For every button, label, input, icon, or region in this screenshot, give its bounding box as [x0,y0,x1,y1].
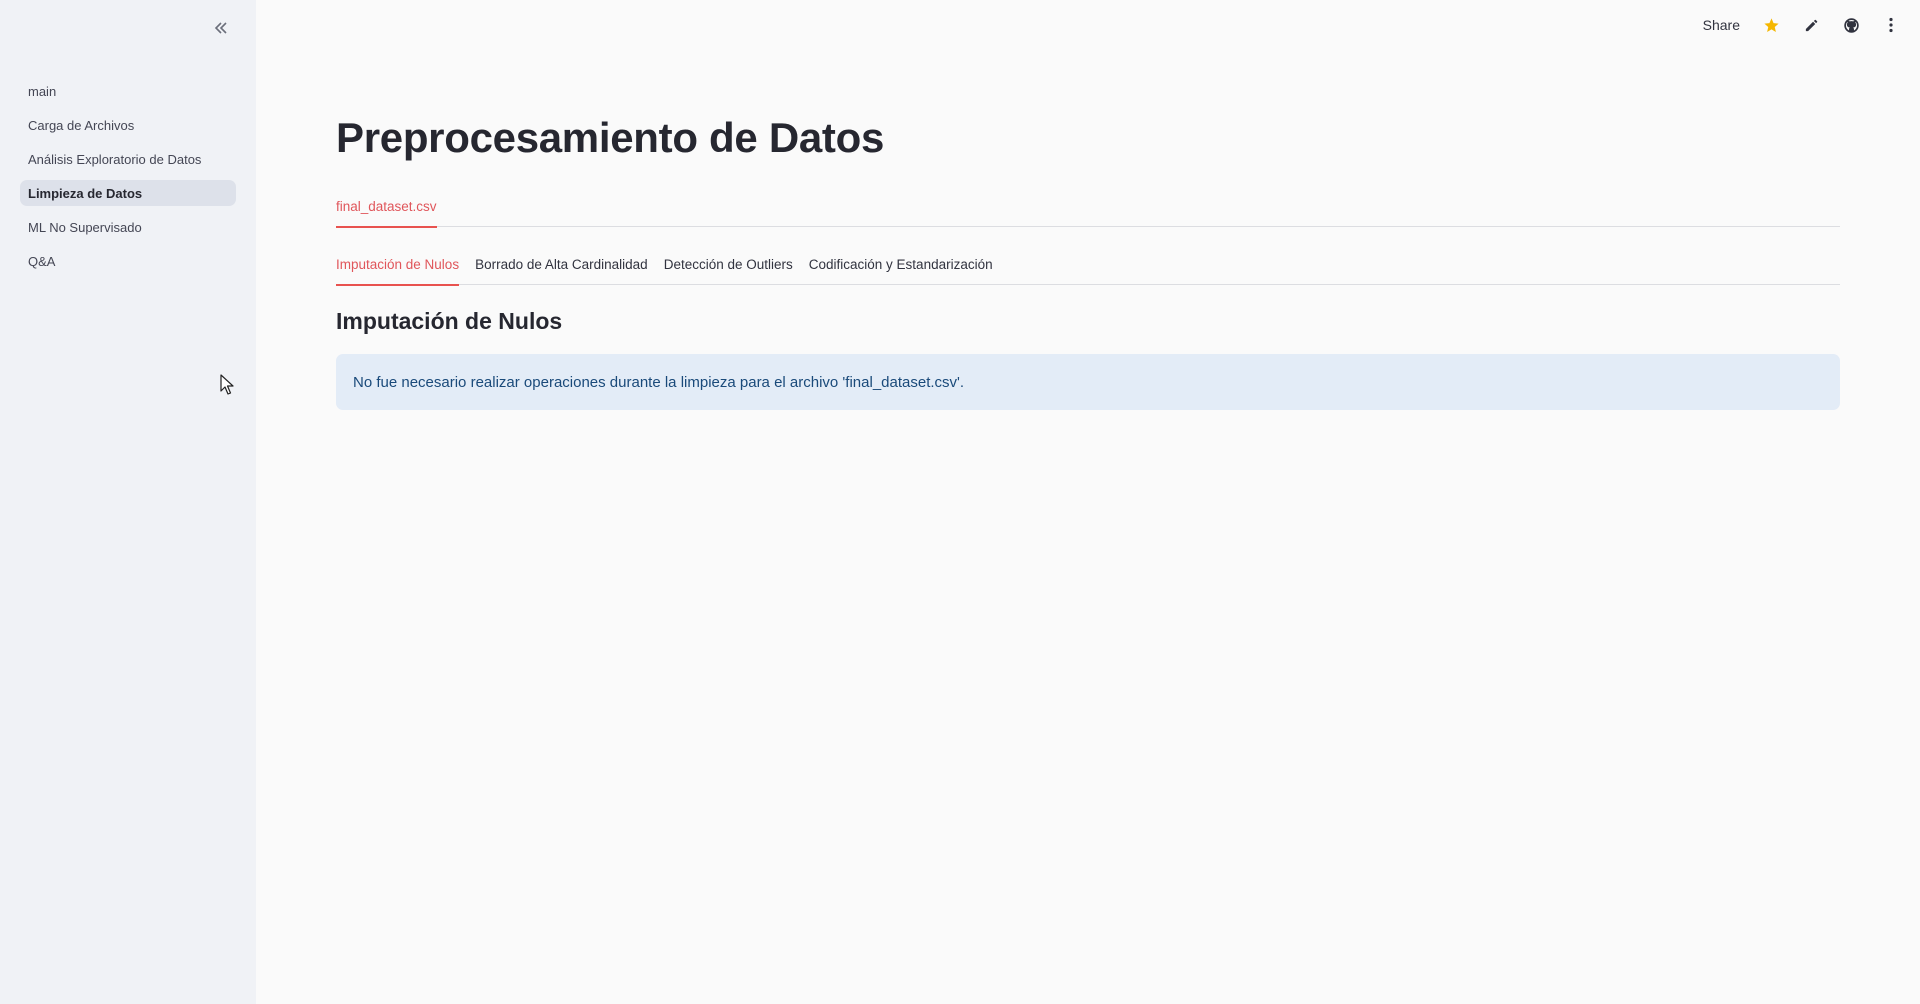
double-chevron-left-icon [213,21,229,40]
tab-codificacion-estandarizacion[interactable]: Codificación y Estandarización [809,257,993,284]
sidebar-item-main[interactable]: main [20,78,236,104]
header-toolbar: Share [1703,16,1900,34]
tab-deteccion-de-outliers[interactable]: Detección de Outliers [664,257,793,284]
star-icon[interactable] [1762,16,1780,34]
sidebar-item-qa[interactable]: Q&A [20,248,236,274]
sidebar: main Carga de Archivos Análisis Explorat… [0,0,256,1004]
pencil-icon[interactable] [1802,16,1820,34]
tab-borrado-alta-cardinalidad[interactable]: Borrado de Alta Cardinalidad [475,257,648,284]
section-heading: Imputación de Nulos [336,308,563,334]
share-button[interactable]: Share [1703,17,1740,33]
collapse-sidebar-button[interactable] [208,18,234,42]
sidebar-item-limpieza-de-datos[interactable]: Limpieza de Datos [20,180,236,206]
app-window: main Carga de Archivos Análisis Explorat… [0,0,1920,1004]
sidebar-nav: main Carga de Archivos Análisis Explorat… [20,78,236,282]
info-alert-message: No fue necesario realizar operaciones du… [353,373,965,391]
tab-final-dataset[interactable]: final_dataset.csv [336,199,437,228]
info-alert: No fue necesario realizar operaciones du… [336,354,1840,410]
sidebar-item-ml-no-supervisado[interactable]: ML No Supervisado [20,214,236,240]
sidebar-item-carga-de-archivos[interactable]: Carga de Archivos [20,112,236,138]
github-icon[interactable] [1842,16,1860,34]
file-tabs: final_dataset.csv [336,192,1840,228]
preprocessing-tabs: Imputación de Nulos Borrado de Alta Card… [336,250,1840,286]
kebab-menu-icon[interactable] [1882,16,1900,34]
mouse-cursor-icon [220,374,236,396]
sidebar-item-analisis-exploratorio[interactable]: Análisis Exploratorio de Datos [20,146,236,172]
page-title: Preprocesamiento de Datos [336,114,885,161]
tab-imputacion-de-nulos[interactable]: Imputación de Nulos [336,257,460,286]
